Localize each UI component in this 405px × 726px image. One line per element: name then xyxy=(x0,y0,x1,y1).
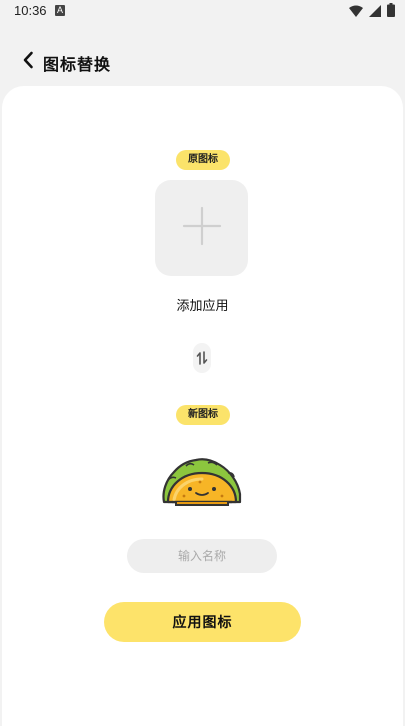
original-icon-tag: 原图标 xyxy=(176,150,230,170)
add-app-label: 添加应用 xyxy=(176,299,229,314)
page-title: 图标替换 xyxy=(43,55,112,74)
swap-arrows-icon xyxy=(193,343,211,373)
header: 图标替换 xyxy=(0,40,405,84)
chevron-left-icon xyxy=(22,51,34,73)
plus-icon xyxy=(182,206,222,250)
status-icons xyxy=(349,2,395,21)
battery-icon xyxy=(387,2,395,21)
status-bar: 10:36 A xyxy=(0,0,405,24)
new-icon-tag: 新图标 xyxy=(176,405,230,425)
add-app-button[interactable] xyxy=(155,180,248,276)
back-button[interactable] xyxy=(16,48,40,76)
signal-icon xyxy=(369,2,381,21)
wifi-icon xyxy=(349,2,363,21)
apply-icon-button[interactable]: 应用图标 xyxy=(104,602,301,642)
name-input[interactable] xyxy=(127,539,277,573)
notification-badge: A xyxy=(55,5,65,16)
status-time: 10:36 xyxy=(14,3,47,18)
taco-icon[interactable] xyxy=(160,456,244,508)
